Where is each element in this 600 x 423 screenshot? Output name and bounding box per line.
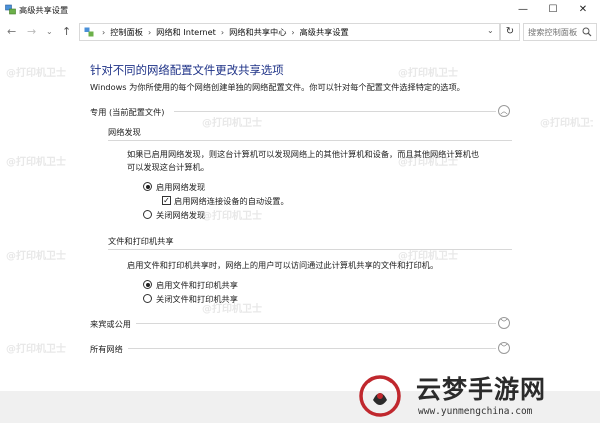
private-profile-header[interactable]: 专用 (当前配置文件) [90, 106, 165, 118]
maximize-button[interactable]: ☐ [538, 0, 568, 19]
close-button[interactable]: ✕ [568, 0, 598, 19]
breadcrumb-network-sharing-center[interactable]: 网络和共享中心 [229, 27, 286, 37]
all-networks-header[interactable]: 所有网络 [90, 343, 123, 355]
control-panel-icon [84, 27, 94, 39]
search-icon[interactable] [582, 27, 592, 39]
file-printer-sharing-header: 文件和打印机共享 [108, 236, 174, 246]
breadcrumb-control-panel[interactable]: 控制面板 [110, 27, 143, 37]
refresh-button[interactable]: ↻ [500, 23, 520, 41]
recent-locations-dropdown[interactable]: ⌄ [46, 27, 53, 36]
breadcrumb-network-internet[interactable]: 网络和 Internet [156, 27, 216, 37]
collapse-private-profile-chevron-up-icon[interactable]: ︿ [498, 105, 510, 117]
breadcrumb: › 控制面板 › 网络和 Internet › 网络和共享中心 › 高级共享设置 [97, 26, 349, 38]
network-discovery-header: 网络发现 [108, 127, 141, 137]
network-discovery-off-label[interactable]: 关闭网络发现 [156, 209, 205, 221]
file-printer-sharing-off-label[interactable]: 关闭文件和打印机共享 [156, 293, 238, 305]
auto-setup-checkbox[interactable]: ✓ [162, 196, 171, 205]
network-discovery-text: 如果已启用网络发现，则这台计算机可以发现网络上的其他计算机和设备，而且其他网络计… [127, 149, 480, 159]
address-dropdown-button[interactable]: ⌄ [487, 26, 494, 35]
watermark: @打印机卫士 [540, 118, 600, 129]
file-printer-sharing-on-label[interactable]: 启用文件和打印机共享 [156, 279, 238, 291]
divider [128, 348, 496, 349]
breadcrumb-advanced-sharing[interactable]: 高级共享设置 [300, 27, 349, 37]
file-printer-sharing-on-radio[interactable] [143, 280, 152, 289]
search-box[interactable] [523, 23, 597, 41]
divider [136, 323, 496, 324]
divider [108, 140, 512, 141]
forward-button[interactable]: → [27, 25, 36, 38]
watermark: @打印机卫士 [6, 157, 66, 168]
watermark: @打印机卫士 [6, 344, 66, 355]
expand-all-networks-chevron-down-icon[interactable]: ﹀ [498, 342, 510, 354]
title-bar: 高级共享设置 — ☐ ✕ [0, 0, 600, 19]
watermark: @打印机卫士 [202, 118, 262, 129]
watermark: @打印机卫士 [6, 68, 66, 79]
window-title: 高级共享设置 [19, 5, 69, 15]
breadcrumb-separator[interactable]: › [221, 28, 224, 37]
site-watermark: 云梦手游网 www.yunmengchina.com [352, 368, 600, 423]
minimize-button[interactable]: — [508, 0, 538, 19]
file-printer-sharing-text: 启用文件和打印机共享时，网络上的用户可以访问通过此计算机共享的文件和打印机。 [127, 260, 439, 270]
expand-guest-public-chevron-down-icon[interactable]: ﹀ [498, 317, 510, 329]
guest-public-profile-header[interactable]: 来宾或公用 [90, 318, 131, 330]
breadcrumb-separator[interactable]: › [291, 28, 294, 37]
breadcrumb-separator[interactable]: › [148, 28, 151, 37]
watermark: @打印机卫士 [398, 68, 458, 79]
network-discovery-off-radio[interactable] [143, 210, 152, 219]
search-input[interactable] [528, 25, 584, 39]
brand-logo [359, 375, 401, 417]
page-title: 针对不同的网络配置文件更改共享选项 [90, 63, 284, 77]
watermark: @打印机卫士 [202, 211, 262, 222]
up-button[interactable]: ↑ [62, 25, 71, 38]
watermark: @打印机卫士 [6, 251, 66, 262]
brand-url: www.yunmengchina.com [418, 406, 533, 417]
network-discovery-on-radio[interactable] [143, 182, 152, 191]
network-discovery-text: 可以发现这台计算机。 [127, 162, 209, 172]
file-printer-sharing-off-radio[interactable] [143, 294, 152, 303]
back-button[interactable]: ← [7, 25, 16, 38]
auto-setup-label[interactable]: 启用网络连接设备的自动设置。 [174, 195, 289, 207]
divider [174, 111, 496, 112]
brand-name: 云梦手游网 [416, 375, 547, 404]
page-description: Windows 为你所使用的每个网络创建单独的网络配置文件。你可以针对每个配置文… [90, 82, 465, 92]
network-sharing-icon [5, 4, 16, 17]
divider [108, 249, 512, 250]
breadcrumb-separator: › [102, 28, 106, 37]
scrollbar[interactable] [593, 44, 600, 391]
network-discovery-on-label[interactable]: 启用网络发现 [156, 181, 205, 193]
